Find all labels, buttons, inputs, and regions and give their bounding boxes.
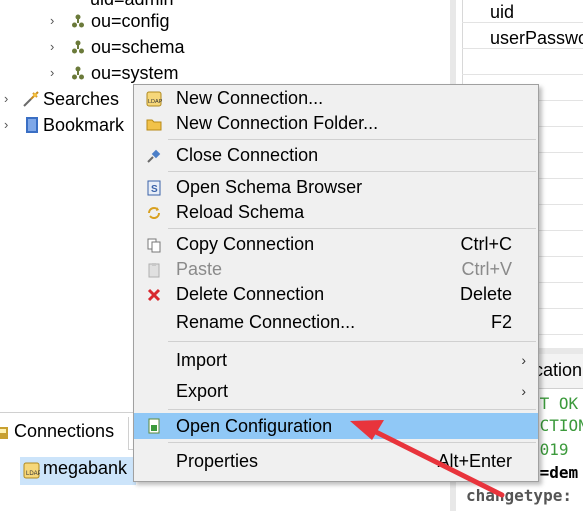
annotation-arrow bbox=[350, 420, 505, 498]
